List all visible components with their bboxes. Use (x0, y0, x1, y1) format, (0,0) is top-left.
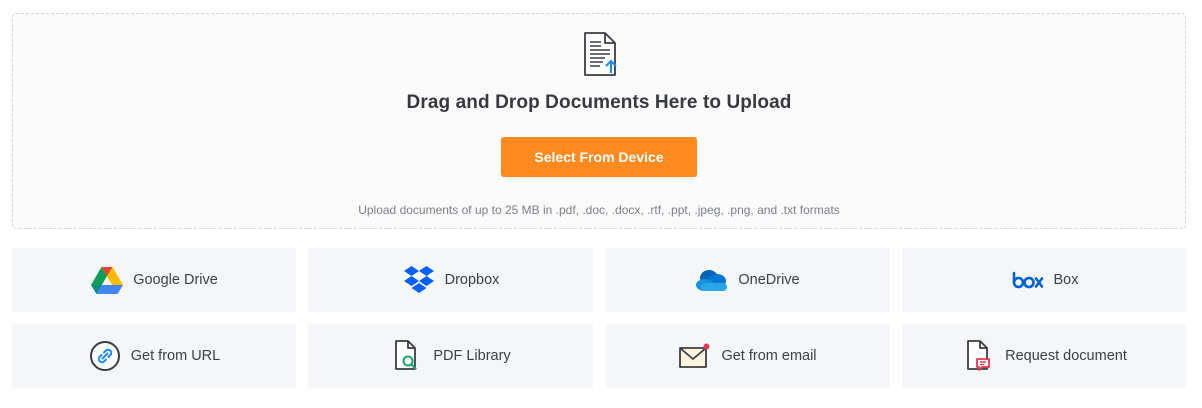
source-email[interactable]: Get from email (605, 324, 890, 388)
box-icon (1011, 263, 1045, 297)
request-document-icon (962, 339, 996, 373)
source-label: Get from URL (130, 348, 221, 364)
source-label: Dropbox (444, 272, 500, 288)
source-label: PDF Library (433, 348, 511, 364)
source-pdf-library[interactable]: PDF Library (308, 324, 593, 388)
select-from-device-button[interactable]: Select From Device (501, 137, 697, 177)
source-label: Box (1053, 272, 1079, 288)
source-label: Get from email (721, 348, 817, 364)
source-request-document[interactable]: Request document (902, 324, 1187, 388)
source-dropbox[interactable]: Dropbox (308, 248, 593, 312)
upload-hint: Upload documents of up to 25 MB in .pdf,… (358, 203, 840, 217)
link-icon (88, 339, 122, 373)
google-drive-icon (90, 263, 124, 297)
email-icon (678, 339, 712, 373)
source-label: OneDrive (738, 272, 800, 288)
source-url[interactable]: Get from URL (12, 324, 296, 388)
source-box[interactable]: Box (902, 248, 1187, 312)
source-onedrive[interactable]: OneDrive (605, 248, 890, 312)
upload-sources-grid: Google Drive Dropbox OneDrive Box Get fr… (12, 248, 1187, 388)
document-upload-icon (584, 32, 617, 76)
source-google-drive[interactable]: Google Drive (12, 248, 296, 312)
dropzone-title: Drag and Drop Documents Here to Upload (406, 92, 792, 113)
source-label: Google Drive (133, 272, 218, 288)
dropbox-icon (402, 263, 436, 297)
upload-dropzone[interactable]: Drag and Drop Documents Here to Upload S… (12, 13, 1186, 229)
pdf-library-icon (390, 339, 424, 373)
onedrive-icon (695, 263, 729, 297)
source-label: Request document (1005, 348, 1127, 364)
